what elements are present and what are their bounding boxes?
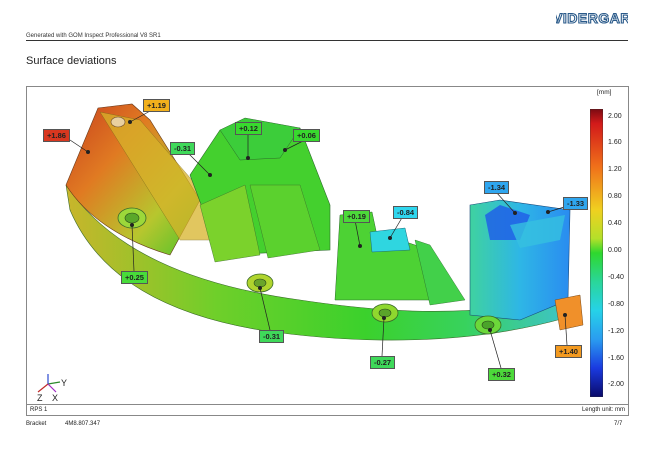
scale-tick: 1.20 [608,166,622,173]
scale-tick: 0.00 [608,247,622,254]
scale-tick: -1.60 [608,355,624,362]
scale-tick: 2.00 [608,113,622,120]
scale-tick: -0.40 [608,274,624,281]
scale-tick: 0.40 [608,220,622,227]
scale-tick: -0.80 [608,301,624,308]
deviation-callout[interactable]: -0.31 [170,142,196,155]
scale-tick: 1.60 [608,139,622,146]
deviation-callout[interactable]: +1.40 [555,345,582,358]
axis-y-label: Y [61,378,68,388]
page-number: 7/7 [614,421,623,427]
deviation-callout[interactable]: +1.86 [43,129,70,142]
color-scale-bar [590,109,603,397]
length-unit-label: Length unit: mm [581,407,625,413]
scale-tick: 0.80 [608,193,622,200]
deviation-callout[interactable]: +0.06 [293,129,320,142]
part-model[interactable] [0,0,654,456]
deviation-callout[interactable]: +0.12 [235,122,262,135]
axis-x-label: X [52,393,59,403]
part-number: 4M8.807.347 [65,421,101,427]
deviation-callout[interactable]: -0.84 [393,206,419,219]
scale-tick: -2.00 [608,381,624,388]
deviation-callout[interactable]: -0.31 [259,330,285,343]
deviation-callout[interactable]: -0.27 [370,356,396,369]
scale-unit-label: [mm] [597,89,612,96]
deviation-callout[interactable]: -1.33 [563,197,589,210]
deviation-callout[interactable]: +0.19 [343,210,370,223]
part-name: Bracket [26,421,47,427]
scale-tick: -1.20 [608,328,624,335]
deviation-callout[interactable]: +0.32 [488,368,515,381]
deviation-callout[interactable]: +0.25 [121,271,148,284]
deviation-callout[interactable]: +1.19 [143,99,170,112]
axis-z-label: Z [37,393,43,403]
alignment-label: RPS 1 [30,407,48,413]
deviation-callout[interactable]: -1.34 [484,181,510,194]
viewport-footer: RPS 1 Length unit: mm [26,405,629,416]
